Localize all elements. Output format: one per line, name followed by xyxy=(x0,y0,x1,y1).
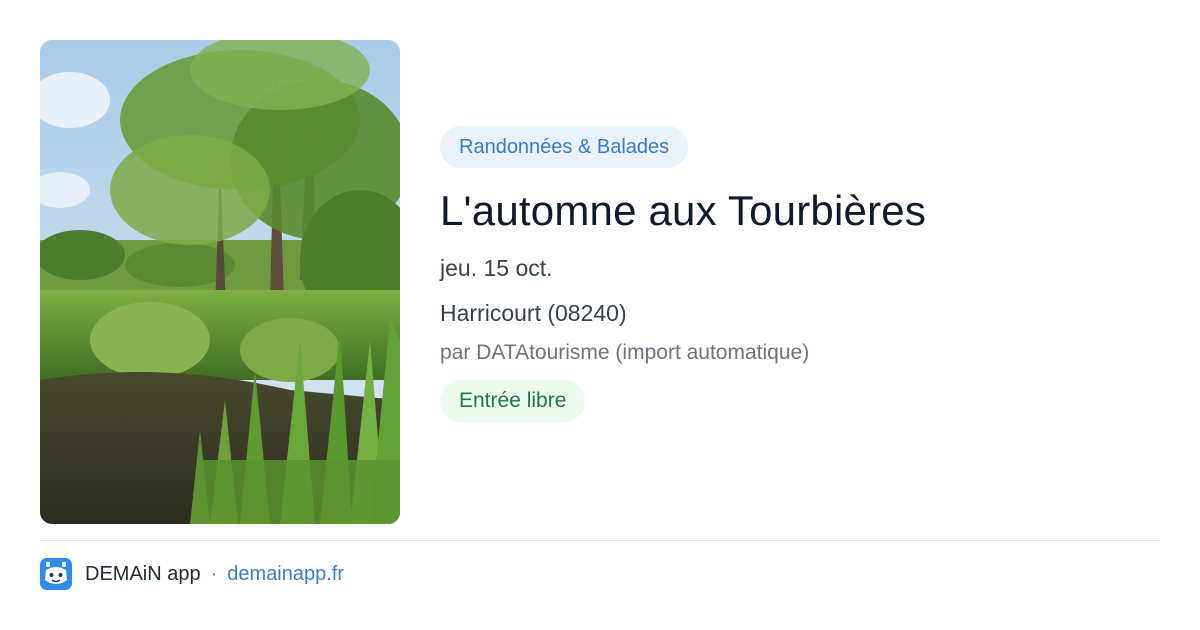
event-photo xyxy=(40,40,400,524)
category-badge: Randonnées & Balades xyxy=(440,126,689,168)
event-location: Harricourt (08240) xyxy=(440,300,627,326)
event-preview-card: Randonnées & Balades L'automne aux Tourb… xyxy=(0,0,1200,630)
event-organizer: par DATAtourisme (import automatique) xyxy=(440,341,810,364)
site-link[interactable]: demainapp.fr xyxy=(227,563,344,586)
app-name: DEMAiN app xyxy=(85,562,201,585)
event-date: jeu. 15 oct. xyxy=(440,255,553,281)
demain-app-logo-icon xyxy=(40,558,72,590)
footer: DEMAiN app · demainapp.fr xyxy=(40,558,344,590)
event-info: Randonnées & Balades L'automne aux Tourb… xyxy=(440,126,1160,422)
event-title: L'automne aux Tourbières xyxy=(440,187,927,234)
footer-divider xyxy=(40,540,1160,541)
footer-separator: · xyxy=(210,562,218,585)
price-badge: Entrée libre xyxy=(440,380,586,422)
